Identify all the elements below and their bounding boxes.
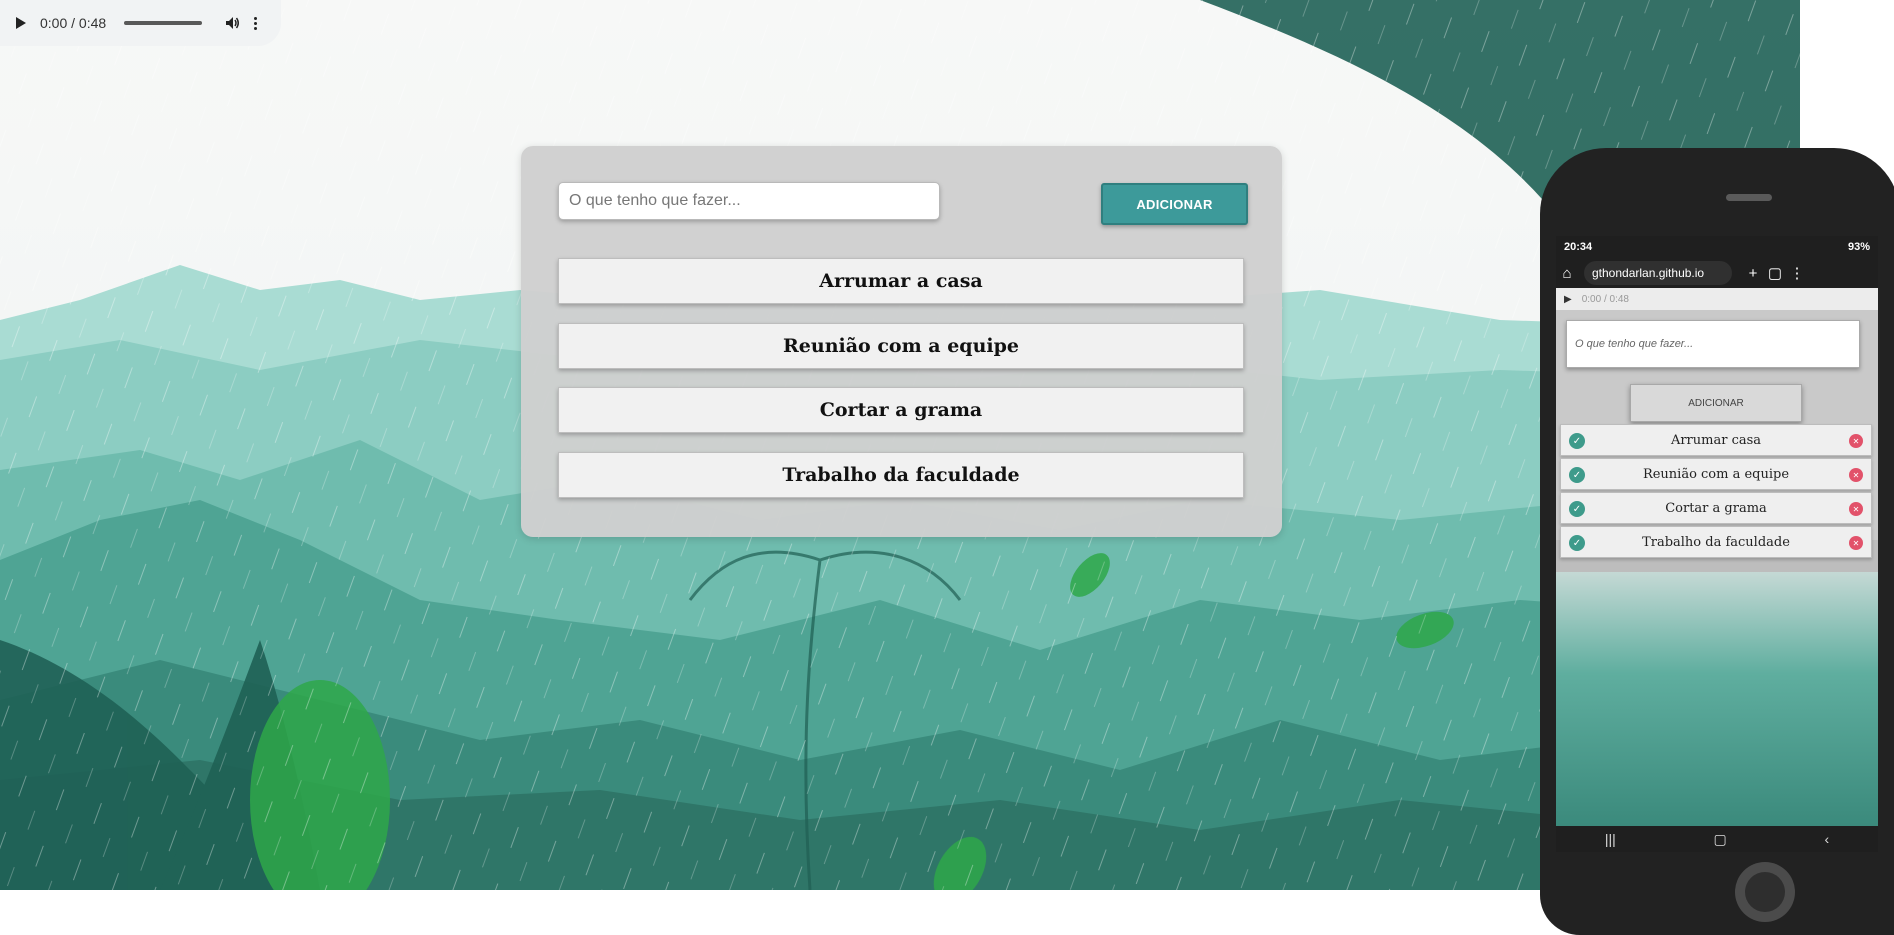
browser-toolbar: ⌂ gthondarlan.github.io + ▢ ⋮ — [1556, 258, 1878, 288]
back-icon[interactable]: ‹ — [1824, 831, 1829, 847]
phone-task-item[interactable]: ✓ Arrumar casa ✕ — [1560, 424, 1872, 456]
phone-task-item[interactable]: ✓ Reunião com a equipe ✕ — [1560, 458, 1872, 490]
new-tab-icon[interactable]: + — [1742, 265, 1764, 282]
delete-icon[interactable]: ✕ — [1849, 502, 1863, 516]
phone-mockup: 20:34 93% ⌂ gthondarlan.github.io + ▢ ⋮ … — [1540, 148, 1894, 935]
phone-task-label: Cortar a grama — [1665, 500, 1767, 516]
phone-play-icon[interactable]: ▶ — [1564, 294, 1572, 305]
home-nav-icon[interactable]: ▢ — [1714, 831, 1727, 848]
phone-task-input[interactable]: O que tenho que fazer... — [1566, 320, 1860, 368]
task-item[interactable]: Cortar a grama — [558, 387, 1244, 433]
phone-task-label: Trabalho da faculdade — [1642, 534, 1790, 550]
url-field[interactable]: gthondarlan.github.io — [1584, 261, 1732, 285]
phone-speaker — [1726, 194, 1772, 201]
todo-card: ADICIONAR Arrumar a casa Reunião com a e… — [521, 146, 1282, 537]
task-input[interactable] — [558, 182, 940, 220]
phone-task-item[interactable]: ✓ Cortar a grama ✕ — [1560, 492, 1872, 524]
audio-time: 0:00 / 0:48 — [40, 15, 107, 31]
check-icon[interactable]: ✓ — [1569, 535, 1585, 551]
delete-icon[interactable]: ✕ — [1849, 536, 1863, 550]
tabs-icon[interactable]: ▢ — [1764, 264, 1786, 282]
phone-task-label: Arrumar casa — [1670, 432, 1762, 448]
check-icon[interactable]: ✓ — [1569, 433, 1585, 449]
audio-player[interactable]: 0:00 / 0:48 — [0, 0, 281, 46]
home-icon[interactable]: ⌂ — [1556, 265, 1578, 282]
phone-forest-preview — [1556, 572, 1878, 826]
more-options-icon[interactable] — [254, 16, 258, 30]
task-item[interactable]: Reunião com a equipe — [558, 323, 1244, 369]
phone-status-bar: 20:34 93% — [1556, 236, 1878, 258]
phone-audio-time: 0:00 / 0:48 — [1581, 293, 1629, 305]
phone-home-button — [1735, 862, 1795, 922]
delete-icon[interactable]: ✕ — [1849, 468, 1863, 482]
delete-icon[interactable]: ✕ — [1849, 434, 1863, 448]
add-button[interactable]: ADICIONAR — [1101, 183, 1248, 225]
play-icon[interactable] — [16, 17, 26, 29]
check-icon[interactable]: ✓ — [1569, 467, 1585, 483]
phone-add-button[interactable]: ADICIONAR — [1630, 384, 1802, 422]
volume-icon[interactable] — [224, 15, 240, 31]
phone-task-item[interactable]: ✓ Trabalho da faculdade ✕ — [1560, 526, 1872, 558]
task-item[interactable]: Arrumar a casa — [558, 258, 1244, 304]
phone-battery: 93% — [1847, 241, 1870, 253]
task-item[interactable]: Trabalho da faculdade — [558, 452, 1244, 498]
phone-screen: 20:34 93% ⌂ gthondarlan.github.io + ▢ ⋮ … — [1556, 236, 1878, 852]
android-nav-bar: ||| ▢ ‹ — [1556, 826, 1878, 852]
menu-icon[interactable]: ⋮ — [1786, 264, 1808, 282]
phone-task-label: Reunião com a equipe — [1642, 466, 1790, 482]
phone-clock: 20:34 — [1564, 241, 1593, 253]
phone-audio-player[interactable]: ▶ 0:00 / 0:48 — [1556, 288, 1878, 310]
check-icon[interactable]: ✓ — [1569, 501, 1585, 517]
recent-apps-icon[interactable]: ||| — [1605, 831, 1616, 847]
audio-progress-slider[interactable] — [124, 21, 203, 25]
